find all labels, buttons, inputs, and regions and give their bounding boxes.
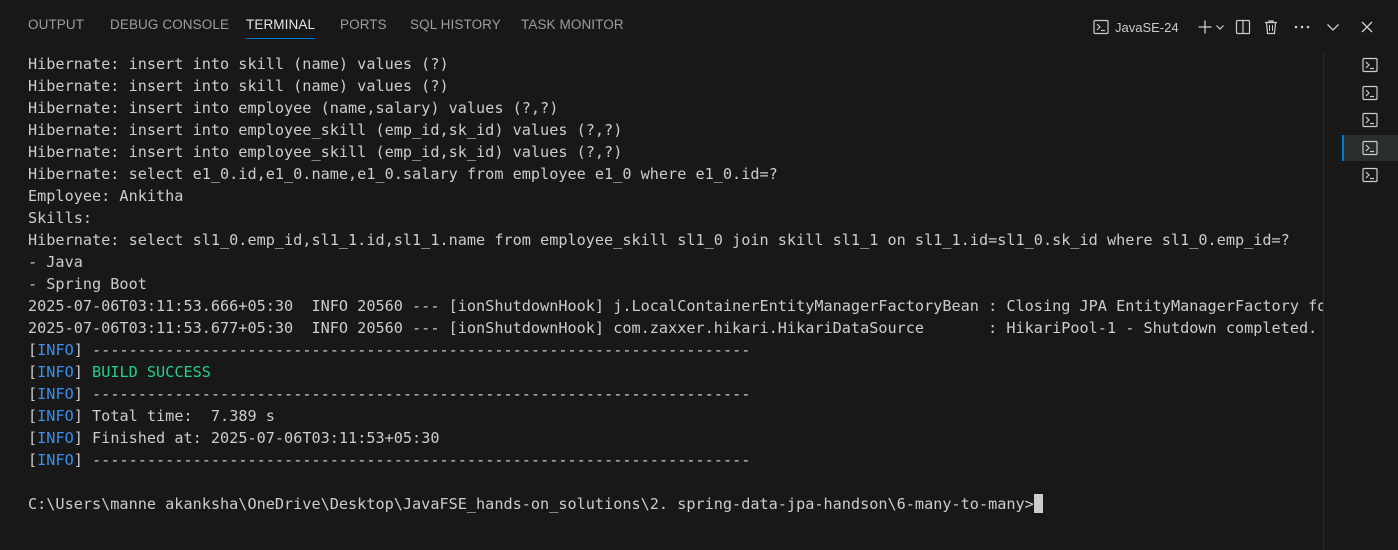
log-level-tag: INFO [37, 341, 74, 359]
terminal-instance-item[interactable] [1342, 162, 1398, 188]
terminal-instance-item[interactable] [1342, 52, 1398, 78]
tab-output[interactable]: OUTPUT [28, 17, 84, 32]
log-level-tag: INFO [37, 385, 74, 403]
terminal-line: [INFO] Total time: 7.389 s [28, 407, 275, 425]
terminal-icon [1362, 140, 1378, 155]
split-icon [1235, 19, 1251, 35]
terminal-line: Hibernate: select e1_0.id,e1_0.name,e1_0… [28, 165, 778, 183]
terminal-cursor [1033, 494, 1043, 513]
plus-icon [1198, 20, 1212, 34]
terminal-instance-item[interactable] [1342, 107, 1398, 133]
terminal-profile-label: JavaSE-24 [1115, 19, 1179, 35]
terminal-tabs-list [1342, 52, 1398, 550]
terminal-line: Hibernate: insert into employee (name,sa… [28, 99, 559, 117]
log-level-tag: INFO [37, 451, 74, 469]
ellipsis-icon [1294, 25, 1310, 29]
terminal-line: - Java [28, 253, 83, 271]
terminal-line: 2025-07-06T03:11:53.666+05:30 INFO 20560… [28, 297, 1323, 315]
tab-terminal[interactable]: TERMINAL [246, 17, 316, 39]
build-success-text: BUILD SUCCESS [92, 363, 211, 381]
terminal-line: [INFO] ---------------------------------… [28, 341, 751, 359]
terminal-instance-item[interactable] [1342, 134, 1398, 161]
terminal-line: [INFO] Finished at: 2025-07-06T03:11:53+… [28, 429, 440, 447]
terminal-line: [INFO] ---------------------------------… [28, 451, 751, 469]
terminal-line: - Spring Boot [28, 275, 147, 293]
terminal-line: Hibernate: insert into skill (name) valu… [28, 55, 449, 73]
more-actions-button[interactable] [1290, 14, 1314, 40]
log-level-tag: INFO [37, 429, 74, 447]
tab-task-monitor[interactable]: TASK MONITOR [521, 17, 624, 32]
panel-actions: JavaSE-24 [1088, 14, 1398, 40]
tab-debug-console[interactable]: DEBUG CONSOLE [110, 17, 229, 32]
terminal-icon [1362, 85, 1378, 100]
close-panel-button[interactable] [1358, 14, 1376, 40]
new-terminal-button[interactable] [1194, 14, 1228, 40]
terminal-scrollbar[interactable] [1323, 52, 1343, 550]
terminal-icon [1362, 57, 1378, 73]
terminal-icon [1362, 167, 1378, 183]
terminal-line: Hibernate: insert into employee_skill (e… [28, 121, 623, 139]
kill-terminal-button[interactable] [1262, 14, 1280, 40]
terminal-prompt: C:\Users\manne akanksha\OneDrive\Desktop… [28, 493, 1323, 515]
tab-sql-history[interactable]: SQL HISTORY [410, 17, 501, 32]
close-icon [1361, 21, 1373, 33]
log-level-tag: INFO [37, 407, 74, 425]
chevron-down-icon [1216, 25, 1224, 30]
terminal-line: Hibernate: select sl1_0.emp_id,sl1_1.id,… [28, 231, 1290, 249]
trash-icon [1265, 20, 1277, 35]
log-level-tag: INFO [37, 363, 74, 381]
terminal-instance-item[interactable] [1342, 80, 1398, 106]
terminal-line: Employee: Ankitha [28, 187, 184, 205]
terminal-profile-button[interactable]: JavaSE-24 [1093, 14, 1179, 40]
panel-tab-bar: OUTPUT DEBUG CONSOLE TERMINAL PORTS SQL … [0, 0, 1398, 52]
terminal-icon [1362, 112, 1378, 128]
terminal-line: Hibernate: insert into skill (name) valu… [28, 77, 449, 95]
terminal-line: Skills: [28, 209, 93, 227]
terminal-icon [1093, 19, 1109, 35]
terminal-line: Hibernate: insert into employee_skill (e… [28, 143, 623, 161]
terminal-line: [INFO] ---------------------------------… [28, 385, 751, 403]
terminal-output[interactable]: Hibernate: insert into skill (name) valu… [28, 53, 1323, 550]
terminal-line: [INFO] BUILD SUCCESS [28, 363, 211, 381]
maximize-panel-button[interactable] [1324, 14, 1342, 40]
terminal-line: 2025-07-06T03:11:53.677+05:30 INFO 20560… [28, 319, 1318, 337]
chevron-down-icon [1327, 24, 1339, 31]
split-terminal-button[interactable] [1234, 14, 1252, 40]
tab-ports[interactable]: PORTS [340, 17, 387, 32]
